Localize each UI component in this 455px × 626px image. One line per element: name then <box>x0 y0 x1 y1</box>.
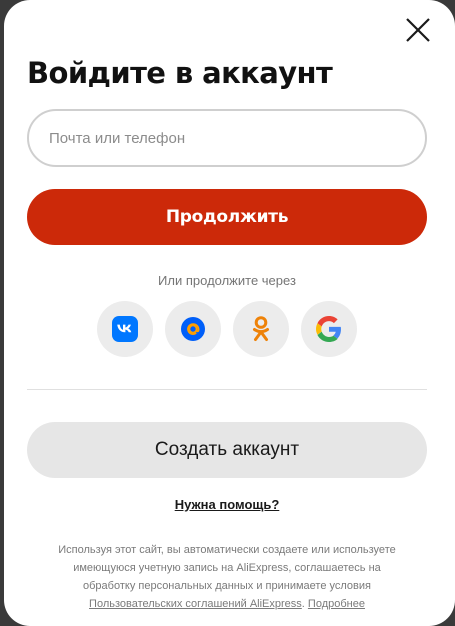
odnoklassniki-login-button[interactable] <box>233 301 289 357</box>
close-icon <box>406 18 430 42</box>
terms-link[interactable]: Пользовательских соглашений AliExpress <box>89 598 302 610</box>
more-link[interactable]: Подробнее <box>308 598 365 610</box>
continue-button[interactable]: Продолжить <box>27 189 427 245</box>
mail-ru-icon <box>181 317 205 341</box>
vk-icon <box>112 316 138 342</box>
divider <box>27 389 427 390</box>
social-login-caption: Или продолжите через <box>158 273 296 288</box>
login-modal: Войдите в аккаунт Продолжить Или продолж… <box>4 0 455 626</box>
legal-separator: . <box>301 598 305 610</box>
vk-login-button[interactable] <box>97 301 153 357</box>
mail-ru-login-button[interactable] <box>165 301 221 357</box>
create-account-button[interactable]: Создать аккаунт <box>27 422 427 478</box>
email-phone-input[interactable] <box>27 109 427 167</box>
modal-title: Войдите в аккаунт <box>27 56 333 90</box>
legal-line: обработку персональных данных и принимае… <box>83 580 371 592</box>
legal-notice: Используя этот сайт, вы автоматически со… <box>27 541 427 613</box>
help-link[interactable]: Нужна помощь? <box>27 497 427 512</box>
legal-line: имеющуюся учетную запись на AliExpress, … <box>73 562 381 574</box>
google-icon <box>316 316 341 342</box>
legal-links-line: Пользовательских соглашений AliExpress. … <box>27 595 427 613</box>
legal-line: Используя этот сайт, вы автоматически со… <box>58 544 396 556</box>
odnoklassniki-icon <box>253 316 269 341</box>
close-button[interactable] <box>403 17 433 43</box>
google-login-button[interactable] <box>301 301 357 357</box>
